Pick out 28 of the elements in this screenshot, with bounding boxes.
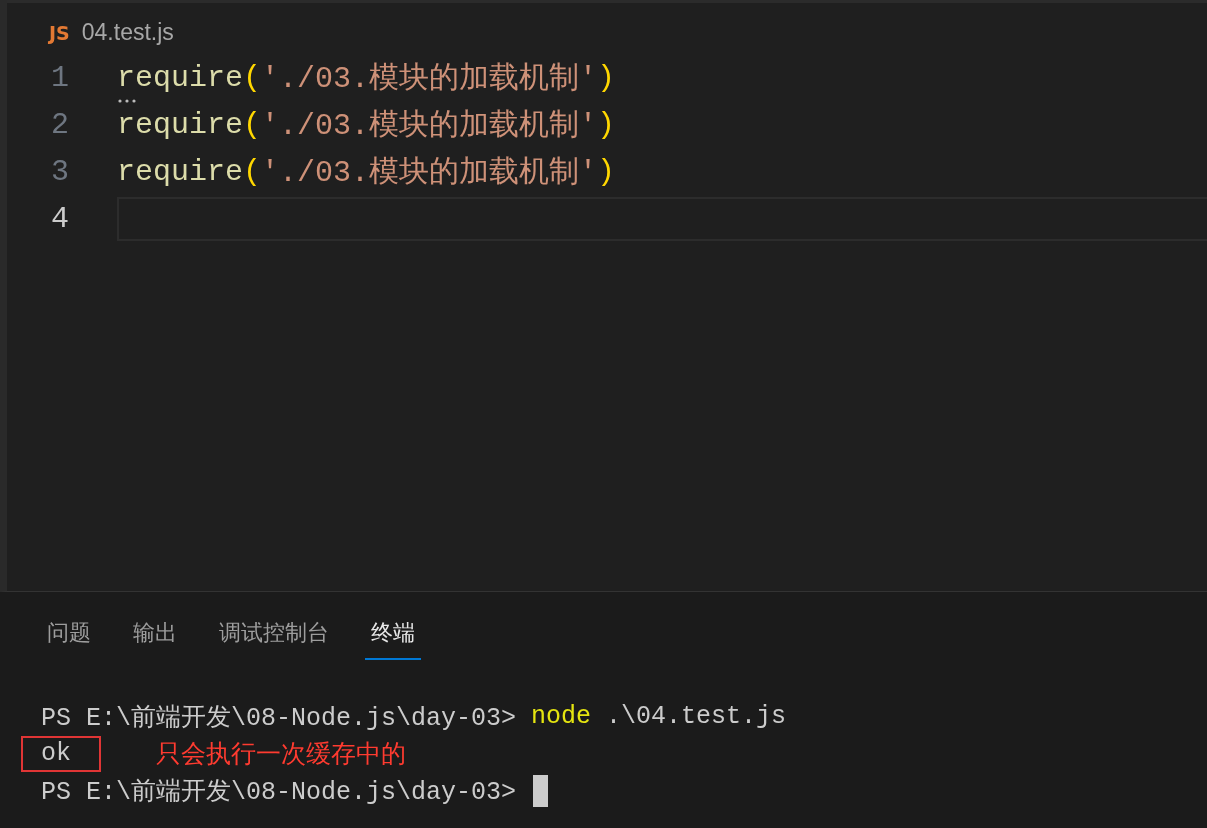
js-file-icon: JS [49,21,70,44]
line-number: 1 [50,60,70,95]
panel-tab[interactable]: 调试控制台 [213,614,335,660]
line-number: 2 [50,107,70,142]
code-token: './03.模块的加载机制' [261,61,598,98]
code-token: ) [597,107,616,142]
code-token: ( [243,107,262,142]
terminal-output: ok [21,735,101,772]
terminal-command: node [531,702,592,731]
panel-tab[interactable]: 输出 [127,614,183,660]
terminal-prompt: PS E:\前端开发\08-Node.js\day-03> [41,703,517,733]
line-number: 4 [50,201,70,236]
code-token: require [117,107,244,142]
code-token: './03.模块的加载机制' [261,155,598,192]
terminal-prompt: PS E:\前端开发\08-Node.js\day-03> [41,777,517,807]
code-token: require [117,154,244,189]
code-token: './03.模块的加载机制' [261,108,598,145]
code-token: ) [597,154,616,189]
code-token: ( [243,60,262,95]
code-token: ( [243,154,262,189]
terminal-argument: .\04.test.js [606,702,787,731]
file-name[interactable]: 04.test.js [81,19,174,46]
line-number: 3 [50,154,70,189]
annotation-note: 只会执行一次缓存中的 [156,738,406,770]
code-token: ) [597,60,616,95]
panel-tab[interactable]: 问题 [41,614,97,660]
code-token: require [117,60,244,95]
panel-tab[interactable]: 终端 [365,614,421,660]
